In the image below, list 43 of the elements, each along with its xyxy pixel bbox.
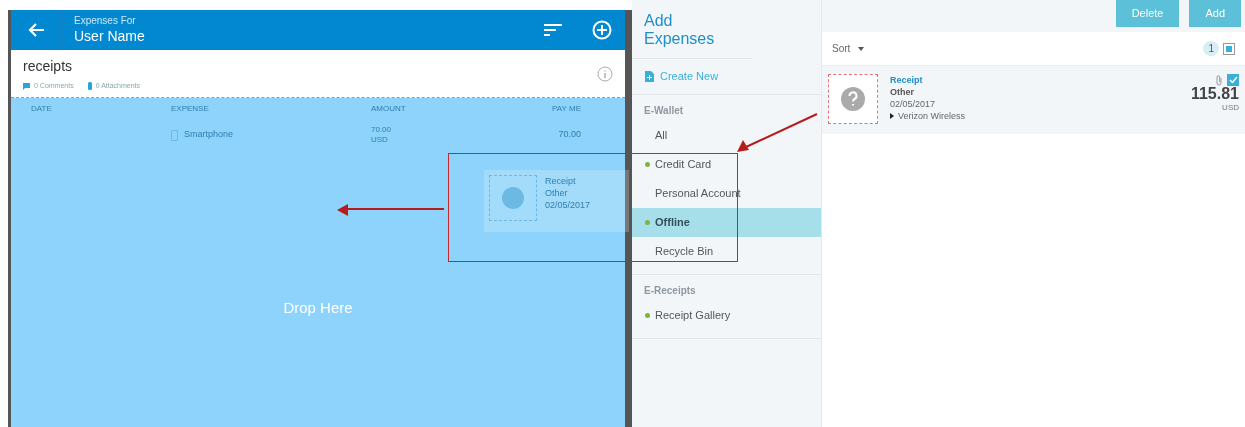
sort-dropdown[interactable]: Sort — [832, 41, 851, 56]
receipt-title: Receipt — [890, 74, 924, 86]
sidebar-title: Add Expenses — [632, 0, 752, 59]
ghost-title: Receipt — [545, 175, 577, 187]
receipt-date: 02/05/2017 — [890, 98, 937, 110]
document-icon — [645, 71, 654, 82]
expand-triangle-icon[interactable] — [890, 113, 894, 119]
column-header: DATE — [31, 103, 53, 115]
info-icon[interactable] — [597, 65, 613, 82]
header-subtitle: Expenses For — [74, 15, 137, 27]
column-header: EXPENSE — [171, 103, 210, 115]
receipt-card[interactable]: Receipt Other 02/05/2017 Verizon Wireless 115.81 USD — [822, 66, 1245, 134]
receipt-amount: 115.81 — [1190, 86, 1239, 102]
attachment-icon — [87, 82, 92, 90]
sidebar-item[interactable]: Offline — [632, 208, 821, 237]
merchant-name: Verizon Wireless — [898, 110, 966, 122]
drop-here-label: Drop Here — [283, 298, 353, 319]
select-all-checkbox-icon[interactable] — [1223, 42, 1235, 55]
table-cell: Smartphone — [184, 128, 234, 142]
back-arrow-icon — [26, 22, 45, 38]
column-header: PAY ME — [551, 103, 581, 115]
phone-icon — [171, 129, 178, 141]
table-cell-text: 70.00 — [557, 128, 581, 142]
add-circle-icon — [591, 20, 612, 40]
table-cell: USD — [371, 135, 388, 145]
ghost-date: 02/05/2017 — [545, 199, 591, 211]
report-name: receipts — [23, 56, 74, 76]
receipt-category: Other — [890, 86, 915, 98]
caret-icon — [858, 46, 865, 51]
selected-count: 1 — [1203, 41, 1219, 56]
sidebar-item[interactable]: All — [632, 121, 821, 150]
sort-icon — [543, 23, 562, 37]
comment-icon — [23, 82, 30, 90]
receipt-currency: USD — [1222, 102, 1239, 114]
table-cell: 70.00 — [371, 125, 392, 135]
sidebar-item[interactable]: Receipt Gallery — [632, 301, 821, 330]
column-header: AMOUNT — [371, 103, 407, 115]
header-title: User Name — [74, 27, 146, 45]
checkbox[interactable] — [1227, 74, 1239, 86]
section-heading: E-Wallet — [643, 103, 685, 118]
section-heading: E-Receipts — [643, 283, 697, 298]
ghost-category: Other — [545, 187, 569, 199]
sidebar-item[interactable]: Recycle Bin — [632, 237, 821, 266]
